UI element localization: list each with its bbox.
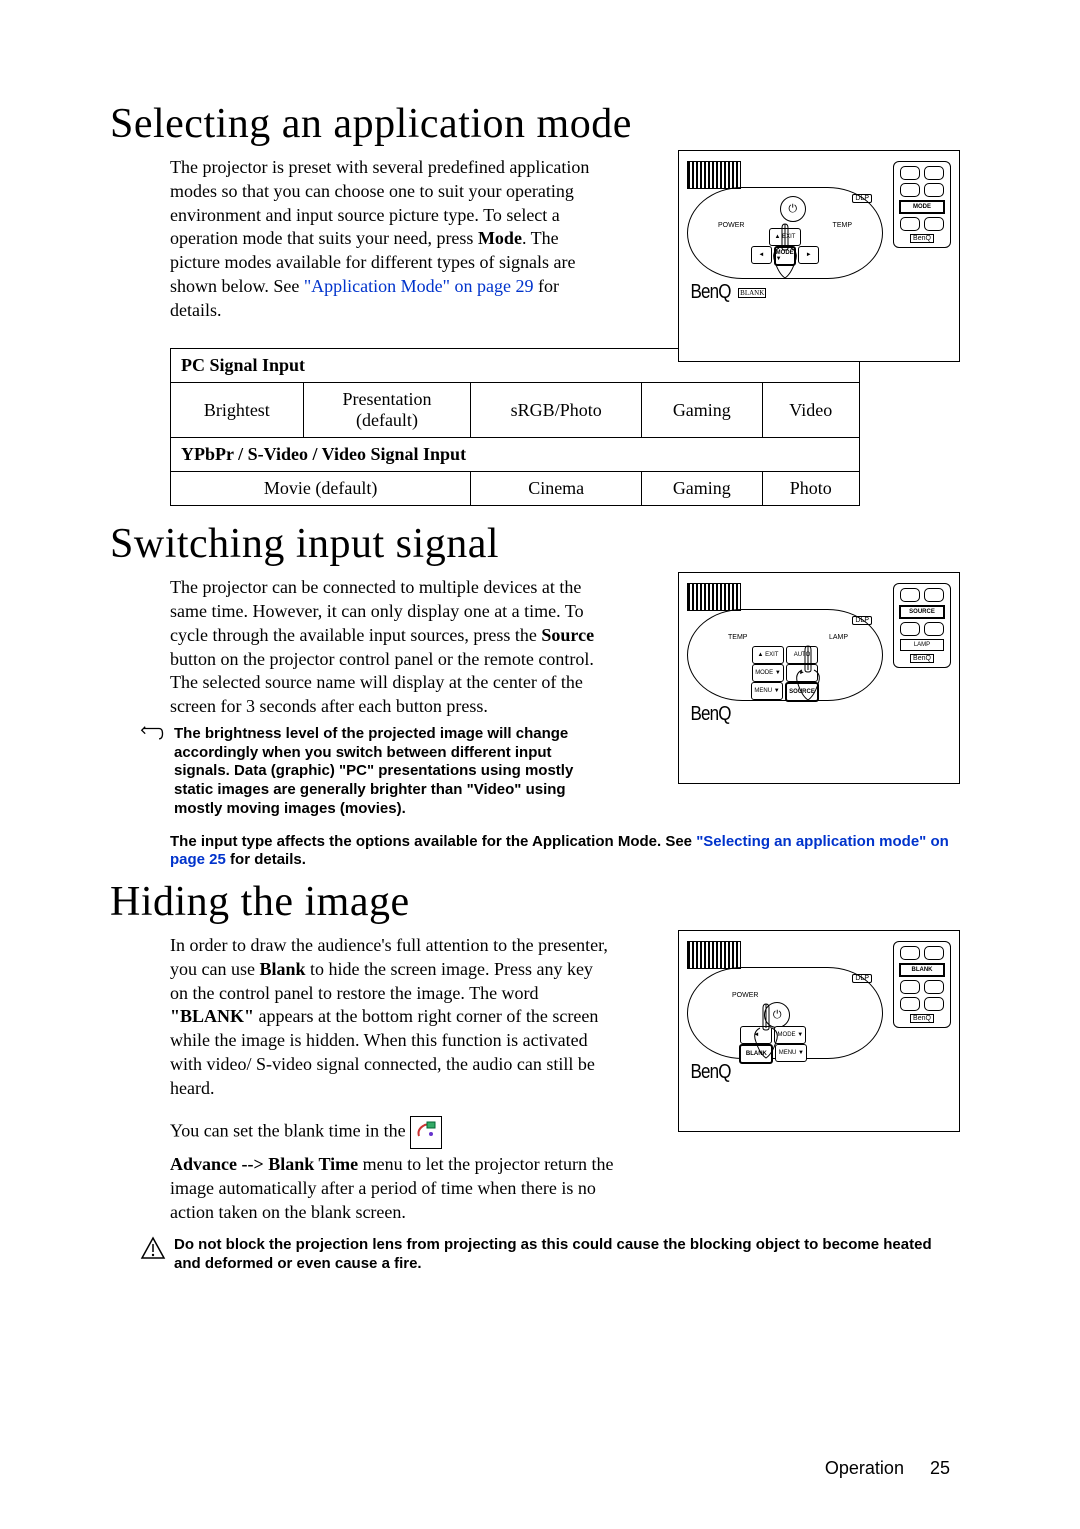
projector-vent-icon xyxy=(687,161,741,189)
press-hand-icon-3 xyxy=(745,1002,787,1062)
projector-vent-icon-3 xyxy=(687,941,741,969)
cell-srgb: sRGB/Photo xyxy=(471,383,642,438)
s3p1-q2: " xyxy=(244,1006,254,1026)
heading-switching-input: Switching input signal xyxy=(110,520,950,568)
cell-gaming-pc: Gaming xyxy=(642,383,762,438)
label-blank-small: BLANK xyxy=(738,288,766,298)
section3-p3: Advance --> Blank Time menu to let the p… xyxy=(170,1153,614,1224)
benq-logo-2: BenQ xyxy=(691,703,731,726)
heading-hiding-image: Hiding the image xyxy=(110,878,950,926)
remote-source-button: SOURCE xyxy=(899,605,945,619)
remote-mode-button: MODE xyxy=(899,200,945,214)
label-dlp-2: DLP xyxy=(852,616,872,625)
heading-selecting-mode: Selecting an application mode xyxy=(110,100,950,148)
section1-paragraph: The projector is preset with several pre… xyxy=(170,156,590,322)
remote-benq-label-3: BenQ xyxy=(910,1014,934,1023)
s2-text-post: button on the projector control panel or… xyxy=(170,649,594,717)
btn-exit-2: ▲ EXIT xyxy=(752,646,784,664)
link-application-mode-p29[interactable]: "Application Mode" on page 29 xyxy=(304,276,534,296)
s2-source-word: Source xyxy=(541,625,594,645)
s3p1-blank: Blank xyxy=(259,959,305,979)
note-input-type: The input type affects the options avail… xyxy=(170,833,950,871)
cell-photo: Photo xyxy=(762,472,859,506)
cell-gaming-vid: Gaming xyxy=(642,472,762,506)
remote-control-icon: MODE BenQ xyxy=(893,161,951,248)
press-hand-icon-2 xyxy=(787,644,829,704)
note2-post: for details. xyxy=(226,851,306,868)
note2-pre: The input type affects the options avail… xyxy=(170,833,696,850)
diagram-blank-button: POWER DLP ⏻ ◄MODE ▼ BLANKMENU ▼ BenQ xyxy=(678,930,960,1132)
press-hand-icon xyxy=(764,222,806,282)
label-lamp-2: LAMP xyxy=(829,634,848,641)
remote-control-icon-3: BLANK BenQ xyxy=(893,941,951,1028)
section2-paragraph: The projector can be connected to multip… xyxy=(170,576,614,719)
projector-vent-icon-2 xyxy=(687,583,741,611)
s3p1-q1: " xyxy=(170,1006,180,1026)
remote-benq-label-2: BenQ xyxy=(910,654,934,663)
footer-page-number: 25 xyxy=(930,1458,950,1478)
remote-control-icon-2: SOURCE LAMP BenQ xyxy=(893,583,951,668)
s1-mode-word: Mode xyxy=(478,228,522,248)
label-power-3: POWER xyxy=(732,992,758,999)
table-hdr-video: YPbPr / S-Video / Video Signal Input xyxy=(171,438,860,472)
warning-icon xyxy=(140,1236,166,1260)
remote-lamp-label: LAMP xyxy=(900,639,944,651)
btn-mode-2: MODE ▼ xyxy=(752,664,784,682)
advance-menu-icon xyxy=(410,1116,442,1149)
cell-brightest: Brightest xyxy=(171,383,304,438)
remote-benq-label: BenQ xyxy=(910,234,934,243)
label-dlp-3: DLP xyxy=(852,974,872,983)
section3-p1: In order to draw the audience's full att… xyxy=(170,934,614,1100)
diagram-source-button: TEMP LAMP DLP ▲ EXITAUTO MODE ▼► MENU ▼S… xyxy=(678,572,960,784)
warning-lens-block: Do not block the projection lens from pr… xyxy=(174,1236,944,1274)
remote-blank-button: BLANK xyxy=(899,963,945,977)
s3p1-blankword: BLANK xyxy=(180,1006,244,1026)
cell-movie: Movie (default) xyxy=(171,472,471,506)
note-brightness: The brightness level of the projected im… xyxy=(174,725,604,819)
label-temp: TEMP xyxy=(833,222,852,229)
s3p2-pre: You can set the blank time in the xyxy=(170,1121,410,1141)
footer-section: Operation xyxy=(825,1458,904,1478)
page-footer: Operation 25 xyxy=(825,1458,950,1479)
label-temp-2: TEMP xyxy=(728,634,747,641)
cell-cinema: Cinema xyxy=(471,472,642,506)
diagram-mode-button: POWER TEMP DLP ⏻ ▲ EXIT ◄MODE ▼► BenQBLA… xyxy=(678,150,960,362)
note-icon xyxy=(140,725,166,743)
label-power: POWER xyxy=(718,222,744,229)
benq-logo: BenQ xyxy=(691,281,731,304)
benq-logo-3: BenQ xyxy=(691,1061,731,1084)
s3p3-pre: Advance --> Blank Time xyxy=(170,1154,358,1174)
cell-presentation: Presentation(default) xyxy=(303,383,471,438)
s2-text-pre: The projector can be connected to multip… xyxy=(170,577,584,645)
power-button-icon: ⏻ xyxy=(780,196,806,222)
label-dlp: DLP xyxy=(852,194,872,203)
cell-video: Video xyxy=(762,383,859,438)
section3-p2: You can set the blank time in the xyxy=(170,1116,614,1149)
btn-menu-2: MENU ▼ xyxy=(751,682,783,700)
application-modes-table: PC Signal Input Brightest Presentation(d… xyxy=(170,348,860,506)
